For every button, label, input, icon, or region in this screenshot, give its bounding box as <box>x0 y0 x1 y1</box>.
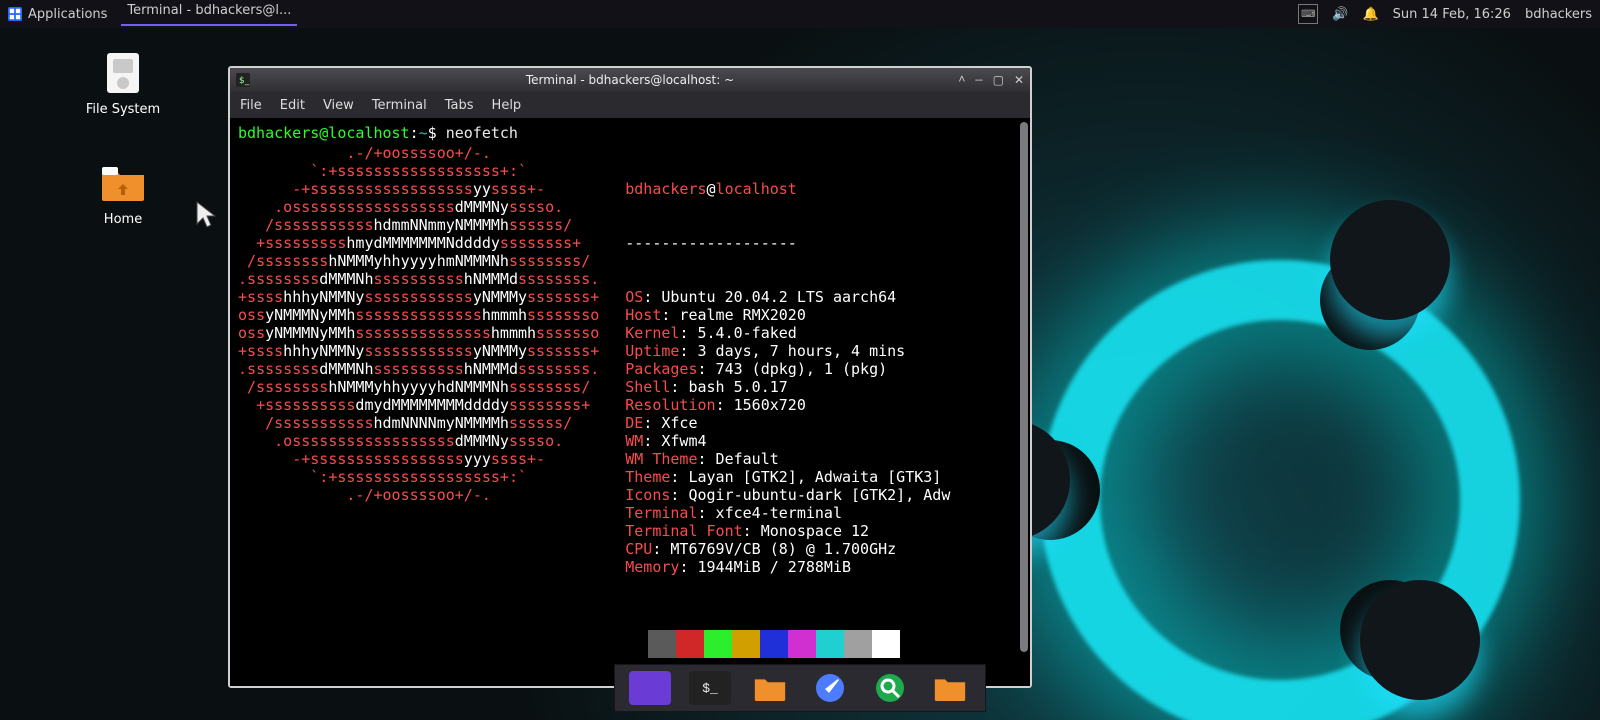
dock-files[interactable] <box>749 671 791 705</box>
dock-files-2[interactable] <box>929 671 971 705</box>
svg-text:$_: $_ <box>239 76 250 86</box>
session-user-label[interactable]: bdhackers <box>1525 7 1592 22</box>
window-minimize-button[interactable]: — <box>975 73 982 88</box>
wallpaper-ubuntu-logo <box>960 180 1480 700</box>
applications-menu-button[interactable]: Applications <box>8 7 107 22</box>
window-keep-above-button[interactable]: ˄ <box>958 73 965 88</box>
window-maximize-button[interactable]: ▢ <box>993 73 1004 88</box>
menu-help[interactable]: Help <box>492 98 522 113</box>
terminal-viewport[interactable]: bdhackers@localhost:~$ neofetch .-/+ooss… <box>230 118 1030 686</box>
menu-file[interactable]: File <box>240 98 262 113</box>
menu-tabs[interactable]: Tabs <box>445 98 474 113</box>
neofetch-ascii-logo: .-/+oossssoo+/-. `:+ssssssssssssssssss+:… <box>238 144 599 504</box>
desktop: Applications Terminal - bdhackers@l... ⌨… <box>0 0 1600 720</box>
desktop-icon-filesystem-label: File System <box>78 102 168 117</box>
neofetch-info-block: bdhackers@localhost ------------------- … <box>625 144 950 612</box>
terminal-window: $_ Terminal - bdhackers@localhost: ~ ˄ —… <box>228 66 1032 688</box>
volume-icon[interactable]: 🔊 <box>1332 7 1348 22</box>
cursor-icon <box>195 200 217 228</box>
drive-icon <box>100 50 146 96</box>
dock-web-browser[interactable] <box>809 671 851 705</box>
desktop-icon-home[interactable]: Home <box>78 160 168 227</box>
menu-view[interactable]: View <box>323 98 354 113</box>
notifications-icon[interactable]: 🔔 <box>1362 7 1378 22</box>
window-close-button[interactable]: ✕ <box>1014 73 1024 88</box>
window-title: Terminal - bdhackers@localhost: ~ <box>230 73 1030 87</box>
applications-menu-label: Applications <box>28 7 107 22</box>
terminal-prompt-line: bdhackers@localhost:~$ neofetch <box>238 124 1022 142</box>
top-panel: Applications Terminal - bdhackers@l... ⌨… <box>0 0 1600 28</box>
clock[interactable]: Sun 14 Feb, 16:26 <box>1393 7 1511 22</box>
neofetch-divider: ------------------- <box>625 234 950 252</box>
dock-pager[interactable] <box>629 671 671 705</box>
dock-search[interactable] <box>869 671 911 705</box>
terminal-scrollbar[interactable] <box>1020 122 1028 652</box>
menu-terminal[interactable]: Terminal <box>372 98 427 113</box>
window-menubar: File Edit View Terminal Tabs Help <box>230 92 1030 118</box>
window-titlebar[interactable]: $_ Terminal - bdhackers@localhost: ~ ˄ —… <box>230 68 1030 92</box>
dock-terminal[interactable]: $_ <box>689 671 731 705</box>
keyboard-indicator-icon[interactable]: ⌨ <box>1298 4 1318 24</box>
desktop-icon-home-label: Home <box>78 212 168 227</box>
terminal-icon: $_ <box>236 73 250 87</box>
menu-edit[interactable]: Edit <box>280 98 305 113</box>
folder-icon <box>100 160 146 206</box>
taskbar-entry-terminal[interactable]: Terminal - bdhackers@l... <box>121 3 297 26</box>
neofetch-color-swatches <box>648 630 1022 658</box>
desktop-icon-filesystem[interactable]: File System <box>78 50 168 117</box>
dock-panel: $_ <box>614 664 986 712</box>
